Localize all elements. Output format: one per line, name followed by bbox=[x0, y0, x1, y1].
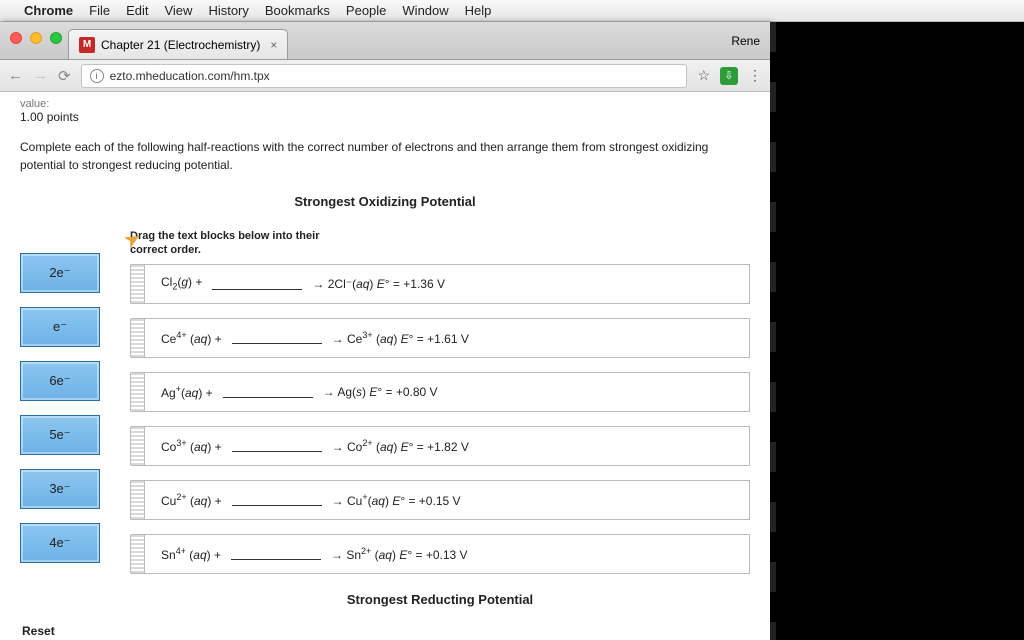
reaction-right: → 2Cl⁻(aq) E° = +1.36 V bbox=[312, 277, 445, 291]
electron-block[interactable]: 4e⁻ bbox=[20, 523, 100, 563]
window-controls bbox=[10, 32, 62, 44]
star-icon[interactable]: ☆ bbox=[697, 67, 710, 84]
reaction-right: → Ag(s) E° = +0.80 V bbox=[323, 385, 438, 399]
electron-blank[interactable] bbox=[231, 548, 321, 560]
menu-view[interactable]: View bbox=[164, 3, 192, 18]
reaction-slot[interactable]: Cu2+ (aq) + → Cu+(aq) E° = +0.15 V bbox=[144, 480, 750, 520]
menu-people[interactable]: People bbox=[346, 3, 386, 18]
menu-history[interactable]: History bbox=[208, 3, 248, 18]
drag-handle-icon[interactable] bbox=[130, 318, 144, 358]
reaction-slot[interactable]: Sn4+ (aq) + → Sn2+ (aq) E° = +0.13 V bbox=[144, 534, 750, 574]
reaction-left: Cl2(g) + bbox=[161, 275, 202, 291]
reaction-left: Ce4+ (aq) + bbox=[161, 330, 222, 346]
value-label: value: bbox=[20, 98, 750, 110]
reload-icon[interactable]: ⟳ bbox=[58, 67, 71, 85]
points-value: 1.00 points bbox=[20, 110, 750, 124]
chrome-window: M Chapter 21 (Electrochemistry) × Rene ←… bbox=[0, 22, 770, 640]
address-field[interactable]: i ezto.mheducation.com/hm.tpx bbox=[81, 64, 688, 88]
reaction-slot[interactable]: Cl2(g) + → 2Cl⁻(aq) E° = +1.36 V bbox=[144, 264, 750, 304]
reaction-row[interactable]: Ce4+ (aq) + → Ce3+ (aq) E° = +1.61 V bbox=[130, 318, 750, 358]
reaction-slot[interactable]: Co3+ (aq) + → Co2+ (aq) E° = +1.82 V bbox=[144, 426, 750, 466]
electron-block[interactable]: 2e⁻ bbox=[20, 253, 100, 293]
electron-block[interactable]: e⁻ bbox=[20, 307, 100, 347]
reset-button[interactable]: Reset bbox=[22, 624, 55, 638]
back-icon[interactable]: ← bbox=[8, 67, 23, 84]
reaction-row[interactable]: Sn4+ (aq) + → Sn2+ (aq) E° = +0.13 V bbox=[130, 534, 750, 574]
url-text: ezto.mheducation.com/hm.tpx bbox=[110, 69, 270, 83]
reaction-right: → Ce3+ (aq) E° = +1.61 V bbox=[332, 330, 469, 346]
tab-bar: M Chapter 21 (Electrochemistry) × Rene bbox=[0, 22, 770, 60]
forward-icon: → bbox=[33, 67, 48, 84]
electron-blank[interactable] bbox=[232, 440, 322, 452]
electron-block-column: 2e⁻ e⁻ 6e⁻ 5e⁻ 3e⁻ 4e⁻ bbox=[20, 253, 100, 607]
electron-block[interactable]: 6e⁻ bbox=[20, 361, 100, 401]
menu-chrome[interactable]: Chrome bbox=[24, 3, 73, 18]
close-tab-icon[interactable]: × bbox=[270, 38, 277, 52]
reaction-row[interactable]: Cl2(g) + → 2Cl⁻(aq) E° = +1.36 V bbox=[130, 264, 750, 304]
reaction-right: → Sn2+ (aq) E° = +0.13 V bbox=[331, 546, 468, 562]
maximize-window-icon[interactable] bbox=[50, 32, 62, 44]
reaction-right: → Co2+ (aq) E° = +1.82 V bbox=[332, 438, 469, 454]
tab-title: Chapter 21 (Electrochemistry) bbox=[101, 38, 260, 52]
electron-block[interactable]: 5e⁻ bbox=[20, 415, 100, 455]
close-window-icon[interactable] bbox=[10, 32, 22, 44]
menu-edit[interactable]: Edit bbox=[126, 3, 148, 18]
reaction-left: Ag+(aq) + bbox=[161, 384, 213, 400]
reaction-left: Sn4+ (aq) + bbox=[161, 546, 221, 562]
site-info-icon[interactable]: i bbox=[90, 69, 104, 83]
electron-blank[interactable] bbox=[232, 332, 322, 344]
drag-handle-icon[interactable] bbox=[130, 534, 144, 574]
drag-handle-icon[interactable] bbox=[130, 264, 144, 304]
reaction-row[interactable]: Co3+ (aq) + → Co2+ (aq) E° = +1.82 V bbox=[130, 426, 750, 466]
page-content: value: 1.00 points Complete each of the … bbox=[0, 92, 770, 640]
profile-name[interactable]: Rene bbox=[731, 34, 760, 48]
drag-handle-icon[interactable] bbox=[130, 372, 144, 412]
favicon-icon: M bbox=[79, 37, 95, 53]
drag-handle-icon[interactable] bbox=[130, 480, 144, 520]
top-potential-label: Strongest Oxidizing Potential bbox=[20, 194, 750, 209]
reaction-left: Co3+ (aq) + bbox=[161, 438, 222, 454]
url-bar: ← → ⟳ i ezto.mheducation.com/hm.tpx ☆ ⇩ … bbox=[0, 60, 770, 92]
extension-icon[interactable]: ⇩ bbox=[720, 67, 738, 85]
drag-handle-icon[interactable] bbox=[130, 426, 144, 466]
menu-window[interactable]: Window bbox=[402, 3, 448, 18]
reaction-left: Cu2+ (aq) + bbox=[161, 492, 222, 508]
electron-blank[interactable] bbox=[232, 494, 322, 506]
menu-bookmarks[interactable]: Bookmarks bbox=[265, 3, 330, 18]
mac-menubar: Chrome File Edit View History Bookmarks … bbox=[0, 0, 1024, 22]
question-prompt: Complete each of the following half-reac… bbox=[20, 138, 740, 174]
menu-file[interactable]: File bbox=[89, 3, 110, 18]
menu-help[interactable]: Help bbox=[465, 3, 492, 18]
bottom-potential-label: Strongest Reducting Potential bbox=[130, 592, 750, 607]
minimize-window-icon[interactable] bbox=[30, 32, 42, 44]
reaction-row[interactable]: Ag+(aq) + → Ag(s) E° = +0.80 V bbox=[130, 372, 750, 412]
drag-hint: Drag the text blocks below into their co… bbox=[130, 229, 350, 258]
reaction-right: → Cu+(aq) E° = +0.15 V bbox=[332, 492, 461, 508]
browser-tab[interactable]: M Chapter 21 (Electrochemistry) × bbox=[68, 29, 288, 59]
reaction-drop-area: ➤ Drag the text blocks below into their … bbox=[130, 229, 750, 607]
electron-blank[interactable] bbox=[212, 278, 302, 290]
reaction-slot[interactable]: Ce4+ (aq) + → Ce3+ (aq) E° = +1.61 V bbox=[144, 318, 750, 358]
electron-block[interactable]: 3e⁻ bbox=[20, 469, 100, 509]
reaction-row[interactable]: Cu2+ (aq) + → Cu+(aq) E° = +0.15 V bbox=[130, 480, 750, 520]
reaction-slot[interactable]: Ag+(aq) + → Ag(s) E° = +0.80 V bbox=[144, 372, 750, 412]
electron-blank[interactable] bbox=[223, 386, 313, 398]
menu-icon[interactable]: ⋮ bbox=[748, 67, 762, 84]
background-black-area bbox=[770, 22, 1024, 640]
